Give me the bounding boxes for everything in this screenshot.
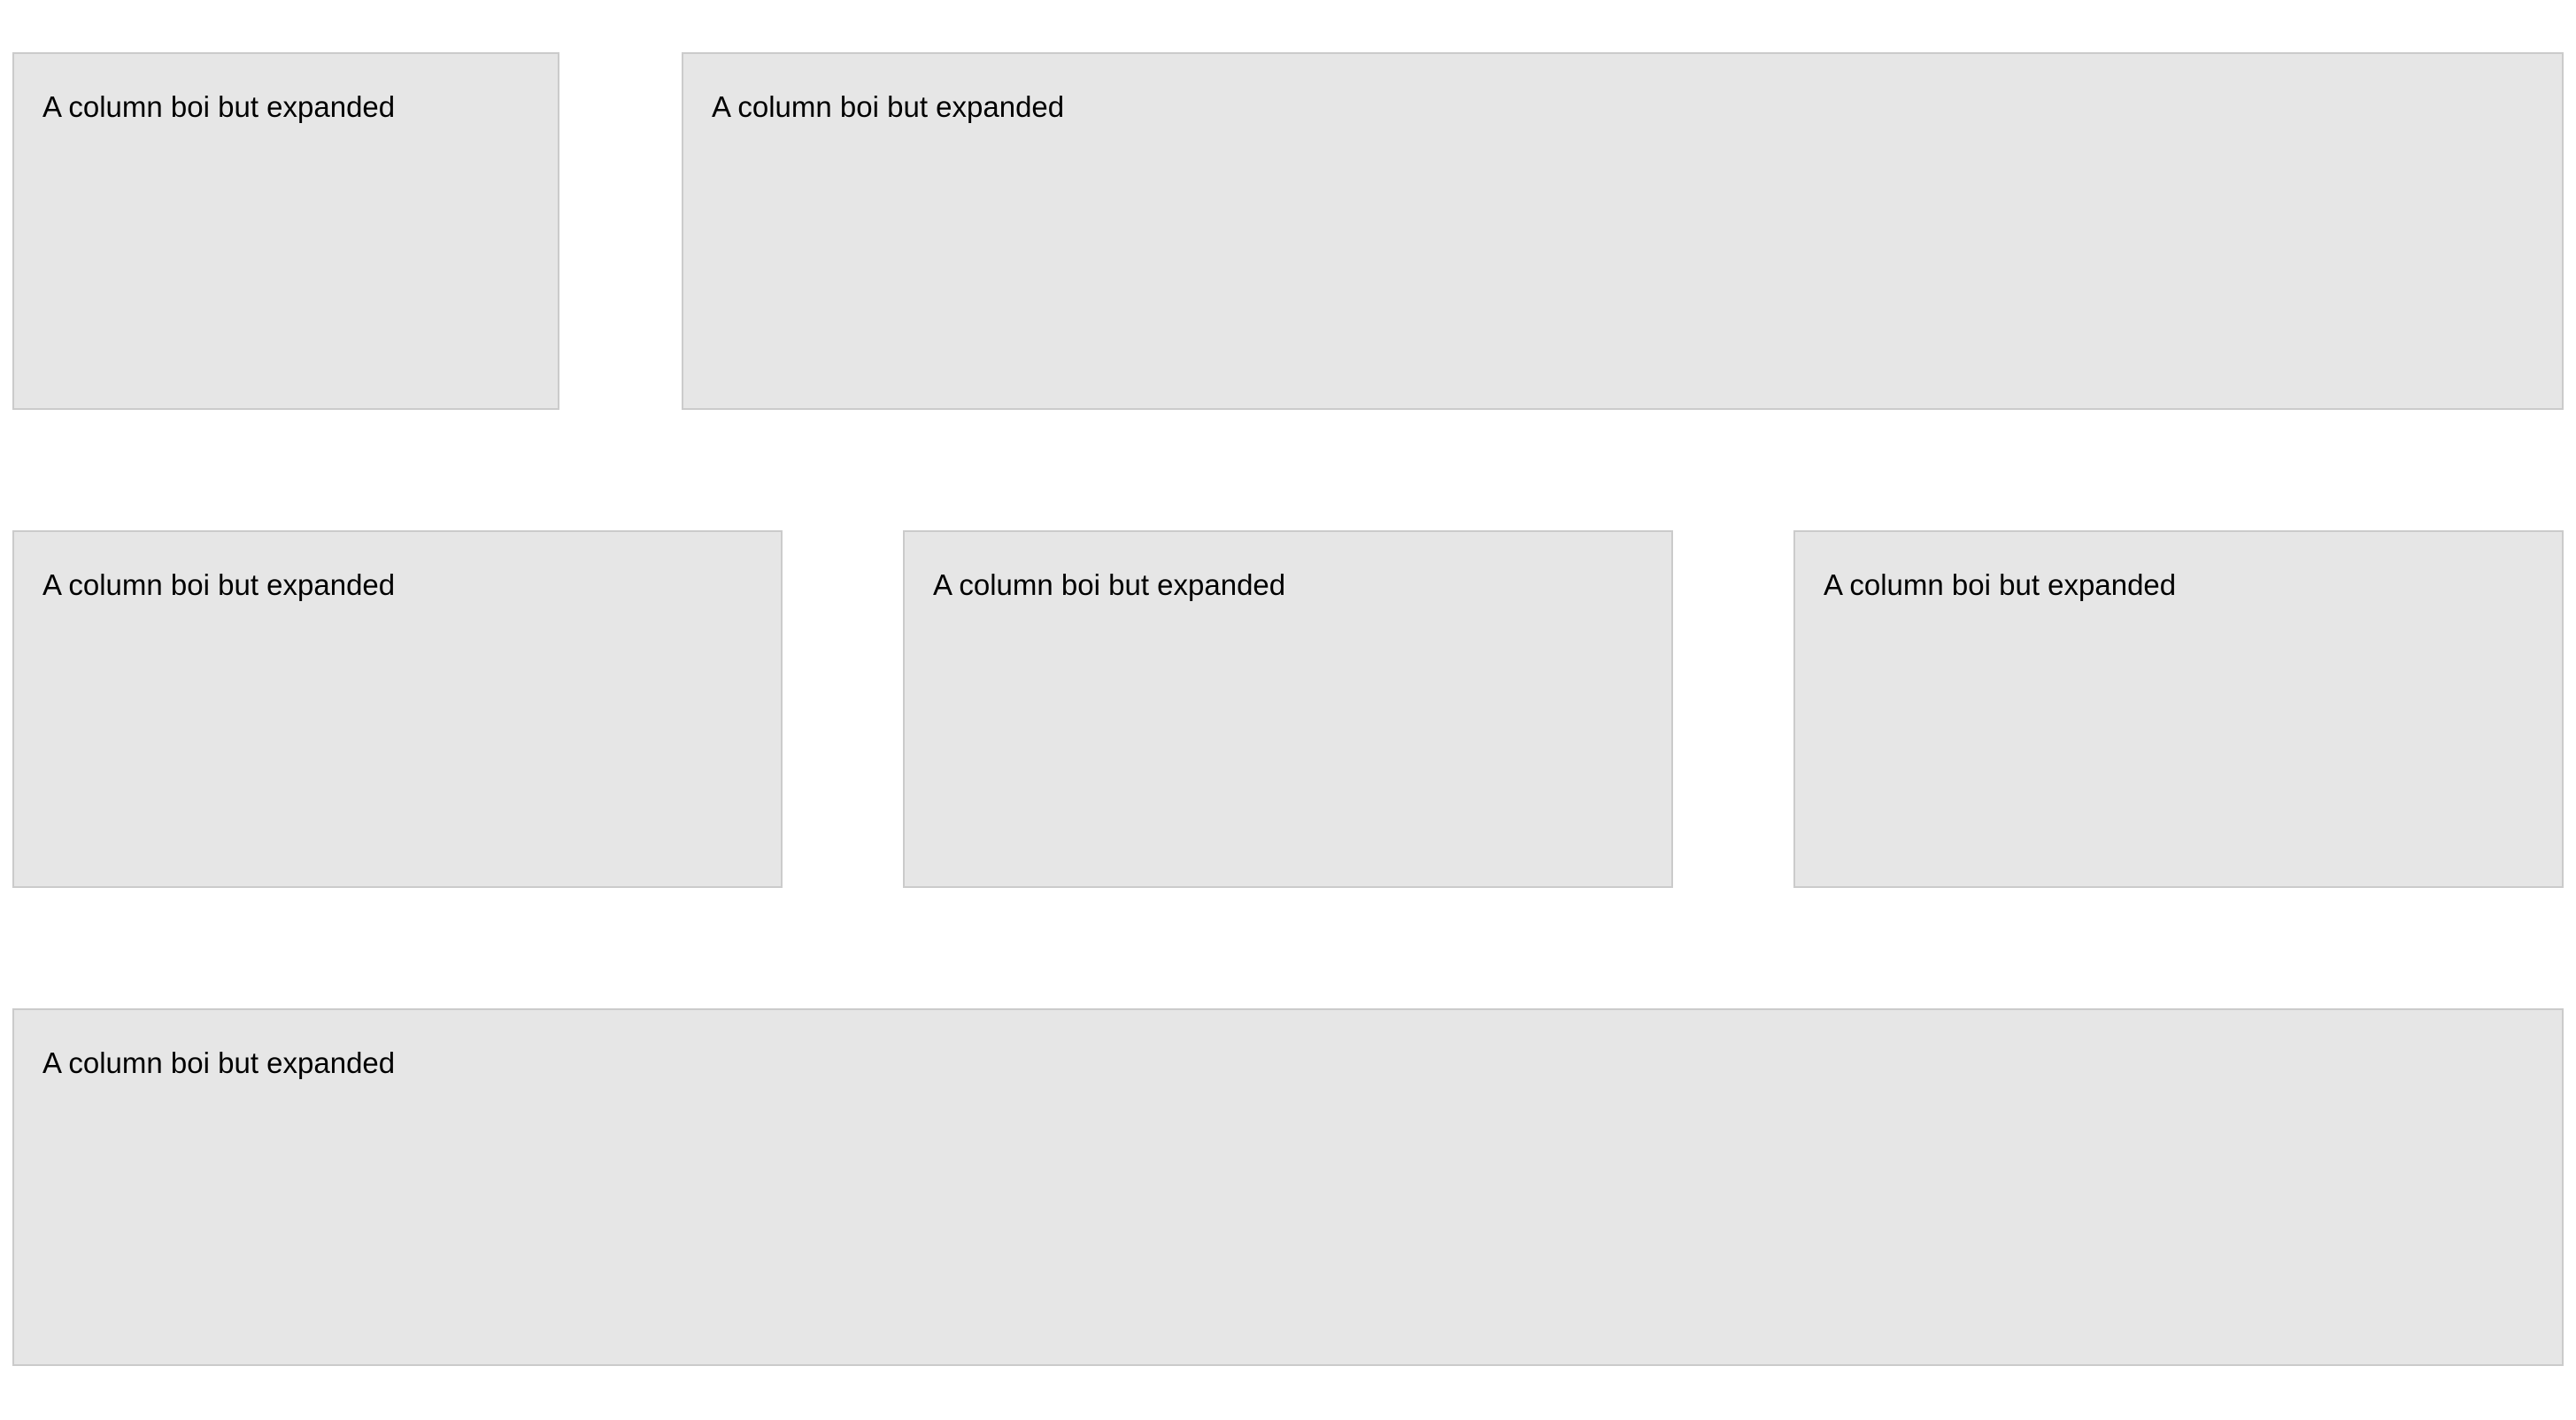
column-box: A column boi but expanded — [12, 530, 783, 888]
column-text: A column boi but expanded — [933, 568, 1286, 601]
column-text: A column boi but expanded — [42, 568, 396, 601]
column-box: A column boi but expanded — [12, 1008, 2564, 1366]
grid-row-2: A column boi but expanded A column boi b… — [12, 530, 2564, 888]
column-box: A column boi but expanded — [682, 52, 2564, 410]
column-box: A column boi but expanded — [1793, 530, 2564, 888]
column-text: A column boi but expanded — [712, 90, 1065, 123]
column-text: A column boi but expanded — [1824, 568, 2177, 601]
column-box: A column boi but expanded — [903, 530, 1673, 888]
column-box: A column boi but expanded — [12, 52, 559, 410]
column-text: A column boi but expanded — [42, 1046, 396, 1079]
grid-row-1: A column boi but expanded A column boi b… — [12, 52, 2564, 410]
column-text: A column boi but expanded — [42, 90, 396, 123]
grid-row-3: A column boi but expanded — [12, 1008, 2564, 1366]
